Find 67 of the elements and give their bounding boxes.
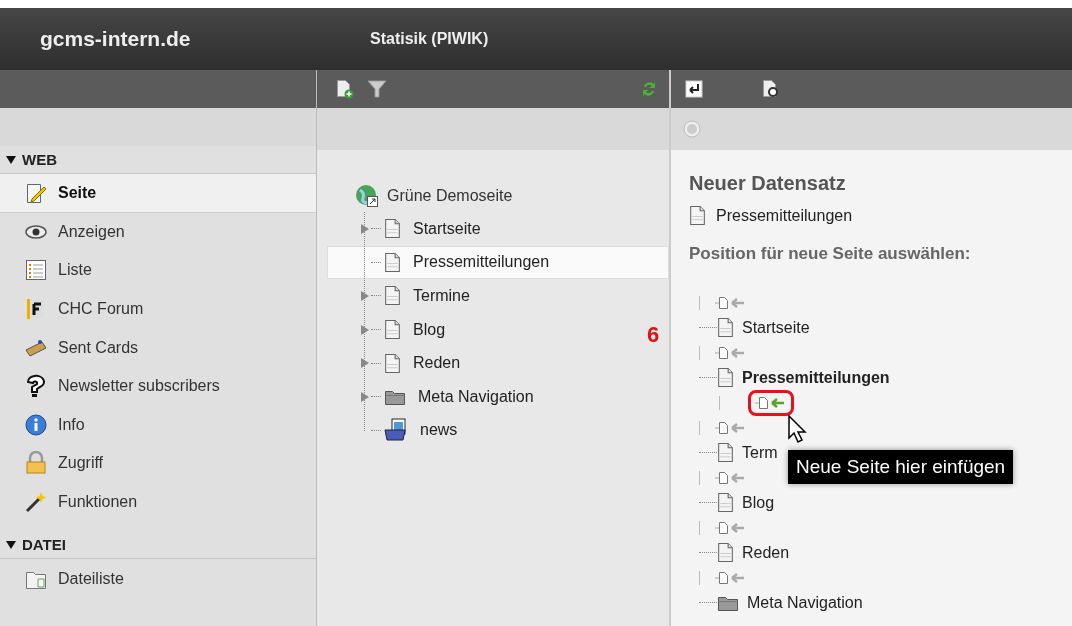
tree-node[interactable]: Meta Navigation	[327, 379, 669, 414]
position-page-label: Blog	[742, 493, 775, 512]
sidebar-item[interactable]: Zugriff	[0, 444, 316, 483]
expand-icon[interactable]	[361, 223, 369, 234]
sidebar-item[interactable]: Dateiliste	[0, 559, 316, 598]
page-arrow-icon[interactable]	[715, 345, 747, 360]
sidebar-item[interactable]: Info	[0, 405, 316, 445]
position-page-label: Meta Navigation	[747, 593, 863, 612]
page-icon	[717, 542, 734, 563]
filter-icon[interactable]	[367, 79, 387, 99]
position-page-label: Reden	[742, 543, 790, 562]
tree-node[interactable]: Startseite	[327, 212, 669, 246]
page-icon	[717, 442, 734, 463]
page-arrow-icon[interactable]	[715, 420, 747, 435]
sidebar-item[interactable]: Sent Cards	[0, 328, 316, 367]
page-icon	[717, 492, 734, 513]
new-page-icon[interactable]	[335, 79, 355, 99]
expand-icon[interactable]	[361, 358, 369, 369]
sidebar-item[interactable]: Funktionen	[0, 482, 316, 522]
page-arrow-icon[interactable]	[715, 470, 747, 485]
mouse-cursor-icon	[788, 415, 810, 445]
tree-node[interactable]: Termine	[327, 279, 669, 313]
module-title: Statisik (PIWIK)	[370, 30, 489, 48]
tree-root-label[interactable]: Grüne Demoseite	[387, 187, 513, 205]
sidebar-item[interactable]: Anzeigen	[0, 212, 316, 252]
magic-wand-icon	[24, 490, 48, 515]
tree-node[interactable]: Reden	[327, 346, 669, 380]
page-icon	[689, 205, 706, 226]
folder-document-icon	[384, 418, 408, 443]
page-arrow-icon[interactable]	[715, 570, 747, 585]
callout-number: 6	[647, 322, 660, 348]
tree-node[interactable]: Pressemitteilungen	[327, 245, 669, 280]
position-page-label: Pressemitteilungen	[742, 368, 890, 387]
expand-icon[interactable]	[361, 391, 369, 402]
globe-icon	[355, 184, 379, 208]
sidebar-item[interactable]: Newsletter subscribers	[0, 366, 316, 406]
page-icon	[717, 367, 734, 388]
expand-icon[interactable]	[361, 324, 369, 335]
position-prompt: Position für neue Seite auswählen:	[689, 244, 972, 264]
page-arrow-icon[interactable]	[715, 295, 747, 310]
page-icon	[384, 352, 401, 374]
return-icon[interactable]	[685, 80, 703, 98]
page-icon	[384, 251, 401, 273]
site-title[interactable]: gcms-intern.de	[40, 27, 370, 51]
position-page-label: Term	[742, 443, 778, 462]
collapse-icon	[6, 154, 16, 165]
page-arrow-icon[interactable]	[755, 395, 787, 410]
info-icon	[24, 412, 48, 437]
page-icon	[717, 317, 734, 338]
page-arrow-icon[interactable]	[715, 520, 747, 535]
expand-icon[interactable]	[361, 291, 369, 301]
page-icon	[384, 319, 401, 341]
question-mark-icon	[24, 374, 48, 399]
sidebar-item[interactable]: CHC Forum	[0, 289, 316, 329]
tree-node[interactable]: news	[327, 413, 669, 448]
sidebar-item[interactable]: Liste	[0, 251, 316, 290]
preview-icon[interactable]	[761, 79, 781, 99]
page-icon	[384, 218, 401, 240]
tooltip: Neue Seite hier einfügen	[788, 450, 1014, 484]
page-icon	[384, 285, 401, 307]
collapse-icon	[6, 539, 16, 550]
record-title: Pressemitteilungen	[716, 206, 853, 225]
padlock-icon	[24, 451, 48, 476]
list-icon	[24, 258, 48, 283]
position-page-label: Startseite	[742, 318, 810, 337]
form-heading: Neuer Datensatz	[689, 172, 847, 195]
sidebar-item[interactable]: Seite	[0, 174, 316, 213]
